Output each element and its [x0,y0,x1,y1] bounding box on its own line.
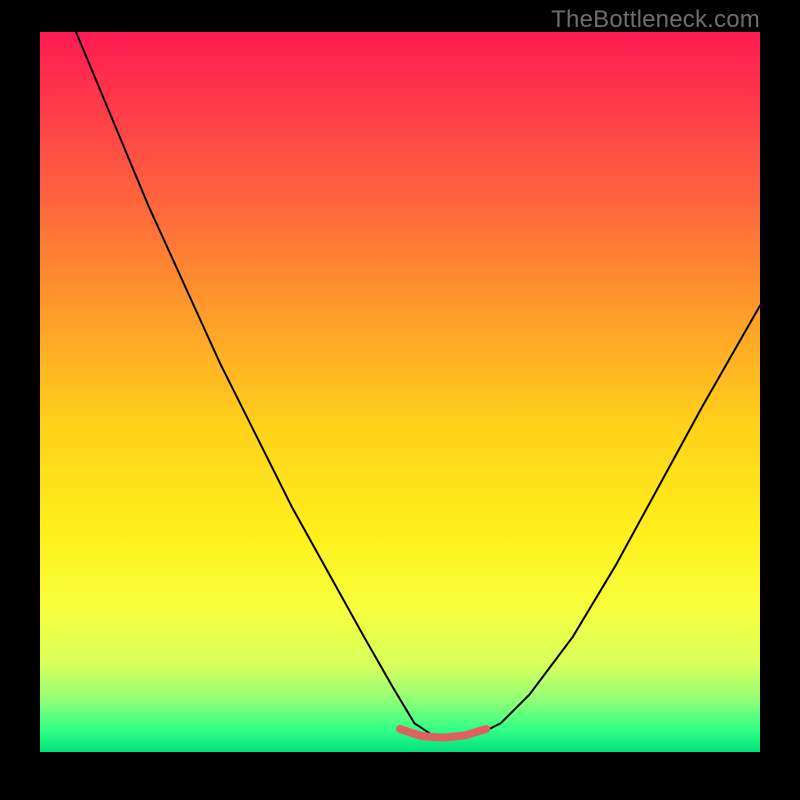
highlight-segment-path [400,729,486,738]
chart-svg [40,32,760,752]
bottleneck-curve-path [76,32,760,738]
plot-area [40,32,760,752]
watermark-text: TheBottleneck.com [551,6,760,34]
chart-frame: TheBottleneck.com [0,0,800,800]
